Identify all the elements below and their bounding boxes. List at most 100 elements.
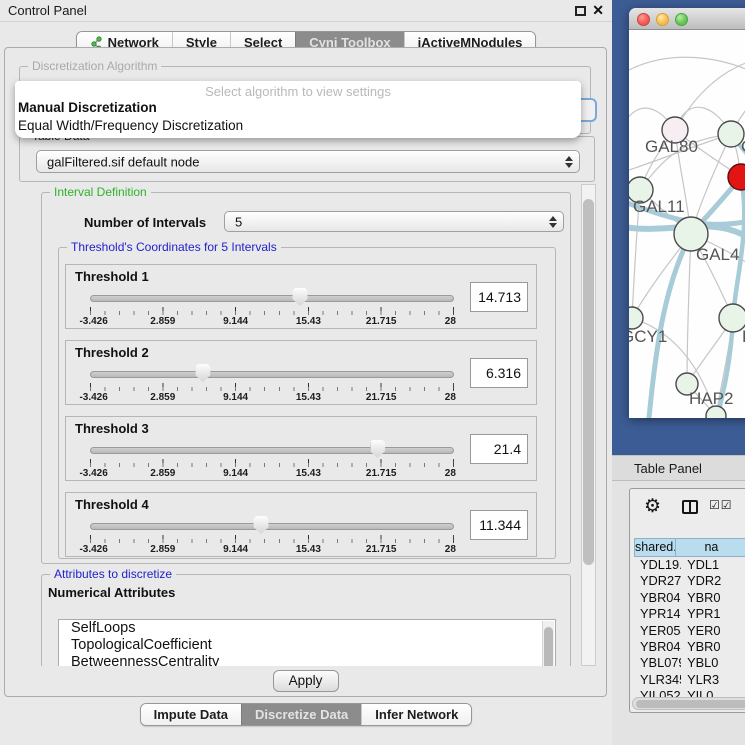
tick-label: 2.859 bbox=[150, 544, 175, 555]
numerical-attributes-list[interactable]: SelfLoops TopologicalCoefficient Between… bbox=[58, 619, 556, 666]
threshold-3-panel: Threshold 3 -3.426 2.859 9.144 15.43 bbox=[65, 416, 537, 481]
number-of-intervals-combobox[interactable]: 5 bbox=[224, 211, 564, 232]
control-panel: Control Panel ✕ Network Style bbox=[0, 0, 612, 745]
columns-icon[interactable] bbox=[682, 500, 698, 514]
algorithm-dropdown-popup: Select algorithm to view settings Manual… bbox=[15, 81, 581, 138]
settings-scrollbar[interactable] bbox=[581, 184, 596, 666]
table-panel-region: ⚙ ☑☑ shared... na YDL19...YDL1 YDR27...Y… bbox=[612, 481, 745, 745]
tick-label: -3.426 bbox=[79, 392, 107, 403]
zoom-traffic-light-icon[interactable] bbox=[675, 13, 688, 26]
algorithm-option-manual[interactable]: Manual Discretization bbox=[15, 99, 581, 117]
checkbox-icons[interactable]: ☑☑ bbox=[709, 498, 733, 512]
threshold-4-value-field[interactable]: 11.344 bbox=[470, 510, 528, 540]
table-horizontal-scrollbar[interactable] bbox=[632, 697, 745, 710]
tick-label: 15.43 bbox=[296, 544, 321, 555]
network-canvas[interactable]: GAL80 G C GAL11 GAL4 GCY1 H HAP2 bbox=[629, 30, 745, 418]
threshold-3-label: Threshold 3 bbox=[75, 421, 149, 436]
tick-label: 28 bbox=[445, 544, 456, 555]
node-attribute-table: shared... na YDL19...YDL1 YDR27...YDR2 Y… bbox=[634, 538, 745, 705]
slider-track[interactable] bbox=[90, 295, 454, 302]
network-view-window: GAL80 G C GAL11 GAL4 GCY1 H HAP2 bbox=[629, 8, 745, 418]
number-of-intervals-value: 5 bbox=[235, 214, 242, 229]
table-row[interactable]: YER054CYER0 bbox=[634, 623, 745, 639]
node-gcy1[interactable] bbox=[629, 307, 643, 329]
threshold-1-slider[interactable]: -3.426 2.859 9.144 15.43 21.715 28 bbox=[90, 287, 454, 327]
scrollbar-thumb[interactable] bbox=[636, 700, 745, 708]
slider-track[interactable] bbox=[90, 371, 454, 378]
interval-definition-group-title: Interval Definition bbox=[50, 185, 151, 199]
attributes-group: Attributes to discretize Numerical Attri… bbox=[41, 574, 571, 666]
numerical-attributes-label: Numerical Attributes bbox=[48, 585, 175, 600]
threshold-3-value-field[interactable]: 21.4 bbox=[470, 434, 528, 464]
bottom-tab-row: Impute Data Discretize Data Infer Networ… bbox=[0, 703, 612, 726]
list-scrollbar[interactable] bbox=[542, 621, 554, 666]
table-row[interactable]: YBL079WYBL0 bbox=[634, 655, 745, 671]
list-item[interactable]: TopologicalCoefficient bbox=[59, 637, 555, 654]
tab-discretize-data[interactable]: Discretize Data bbox=[241, 704, 361, 725]
tab-impute-data-label: Impute Data bbox=[154, 707, 228, 722]
tab-infer-network-label: Infer Network bbox=[375, 707, 458, 722]
node-label: GAL4 bbox=[696, 245, 739, 264]
slider-tick-labels: -3.426 2.859 9.144 15.43 21.715 28 bbox=[90, 544, 454, 555]
list-item[interactable]: BetweennessCentrality bbox=[59, 654, 555, 666]
close-icon[interactable]: ✕ bbox=[592, 2, 604, 19]
slider-ticks bbox=[90, 307, 454, 315]
tick-label: 9.144 bbox=[223, 392, 248, 403]
table-row[interactable]: YLR345WYLR3 bbox=[634, 672, 745, 688]
slider-ticks bbox=[90, 535, 454, 543]
scrollbar-thumb[interactable] bbox=[583, 199, 594, 565]
interval-definition-group: Interval Definition Number of Intervals … bbox=[41, 192, 571, 564]
list-item[interactable]: SelfLoops bbox=[59, 620, 555, 637]
node-label: GAL80 bbox=[645, 137, 698, 156]
cyni-toolbox-panel: Discretization Algorithm Select algorith… bbox=[4, 47, 607, 697]
threshold-4-slider[interactable]: -3.426 2.859 9.144 15.43 21.715 28 bbox=[90, 515, 454, 555]
tick-label: 28 bbox=[445, 392, 456, 403]
slider-thumb[interactable] bbox=[293, 288, 308, 306]
threshold-2-value-field[interactable]: 6.316 bbox=[470, 358, 528, 388]
tick-label: 21.715 bbox=[366, 544, 397, 555]
network-window-titlebar[interactable] bbox=[629, 8, 745, 30]
tab-infer-network[interactable]: Infer Network bbox=[361, 704, 471, 725]
table-row[interactable]: YDR27...YDR2 bbox=[634, 573, 745, 589]
slider-thumb[interactable] bbox=[370, 440, 385, 458]
table-data-group: Table Data galFiltered.sif default node bbox=[19, 136, 595, 182]
float-window-icon[interactable] bbox=[575, 6, 586, 16]
table-row[interactable]: YBR043CYBR0 bbox=[634, 590, 745, 606]
minimize-traffic-light-icon[interactable] bbox=[656, 13, 669, 26]
tick-label: 21.715 bbox=[366, 392, 397, 403]
threshold-4-panel: Threshold 4 -3.426 2.859 9.144 15.43 bbox=[65, 492, 537, 557]
tick-label: 15.43 bbox=[296, 392, 321, 403]
threshold-3-slider[interactable]: -3.426 2.859 9.144 15.43 21.715 28 bbox=[90, 439, 454, 479]
apply-button[interactable]: Apply bbox=[273, 670, 339, 692]
table-data-combobox[interactable]: galFiltered.sif default node bbox=[36, 150, 580, 173]
close-traffic-light-icon[interactable] bbox=[637, 13, 650, 26]
node-label: G bbox=[741, 137, 745, 156]
slider-tick-labels: -3.426 2.859 9.144 15.43 21.715 28 bbox=[90, 392, 454, 403]
stepper-icon bbox=[549, 216, 557, 228]
gear-icon[interactable]: ⚙ bbox=[644, 495, 661, 518]
slider-ticks bbox=[90, 459, 454, 467]
table-row[interactable]: YPR145WYPR1 bbox=[634, 606, 745, 622]
threshold-1-value-field[interactable]: 14.713 bbox=[470, 282, 528, 312]
table-row[interactable]: YDL19...YDL1 bbox=[634, 557, 745, 573]
tick-label: 2.859 bbox=[150, 316, 175, 327]
table-panel-title: Table Panel bbox=[612, 456, 745, 481]
tick-label: 21.715 bbox=[366, 468, 397, 479]
table-row[interactable]: YBR045CYBR0 bbox=[634, 639, 745, 655]
slider-track[interactable] bbox=[90, 447, 454, 454]
slider-thumb[interactable] bbox=[254, 516, 269, 534]
slider-track[interactable] bbox=[90, 523, 454, 530]
slider-ticks bbox=[90, 383, 454, 391]
tab-impute-data[interactable]: Impute Data bbox=[141, 704, 241, 725]
threshold-1-label: Threshold 1 bbox=[75, 269, 149, 284]
tick-label: -3.426 bbox=[79, 544, 107, 555]
slider-thumb[interactable] bbox=[195, 364, 210, 382]
column-header-name[interactable]: na bbox=[676, 538, 745, 557]
table-data-selected: galFiltered.sif default node bbox=[47, 154, 199, 169]
column-header-shared[interactable]: shared... bbox=[634, 538, 676, 557]
threshold-4-label: Threshold 4 bbox=[75, 497, 149, 512]
tick-label: -3.426 bbox=[79, 316, 107, 327]
algorithm-option-equal-width[interactable]: Equal Width/Frequency Discretization bbox=[15, 117, 581, 135]
threshold-2-slider[interactable]: -3.426 2.859 9.144 15.43 21.715 28 bbox=[90, 363, 454, 403]
bottom-tabbar: Impute Data Discretize Data Infer Networ… bbox=[140, 703, 473, 726]
